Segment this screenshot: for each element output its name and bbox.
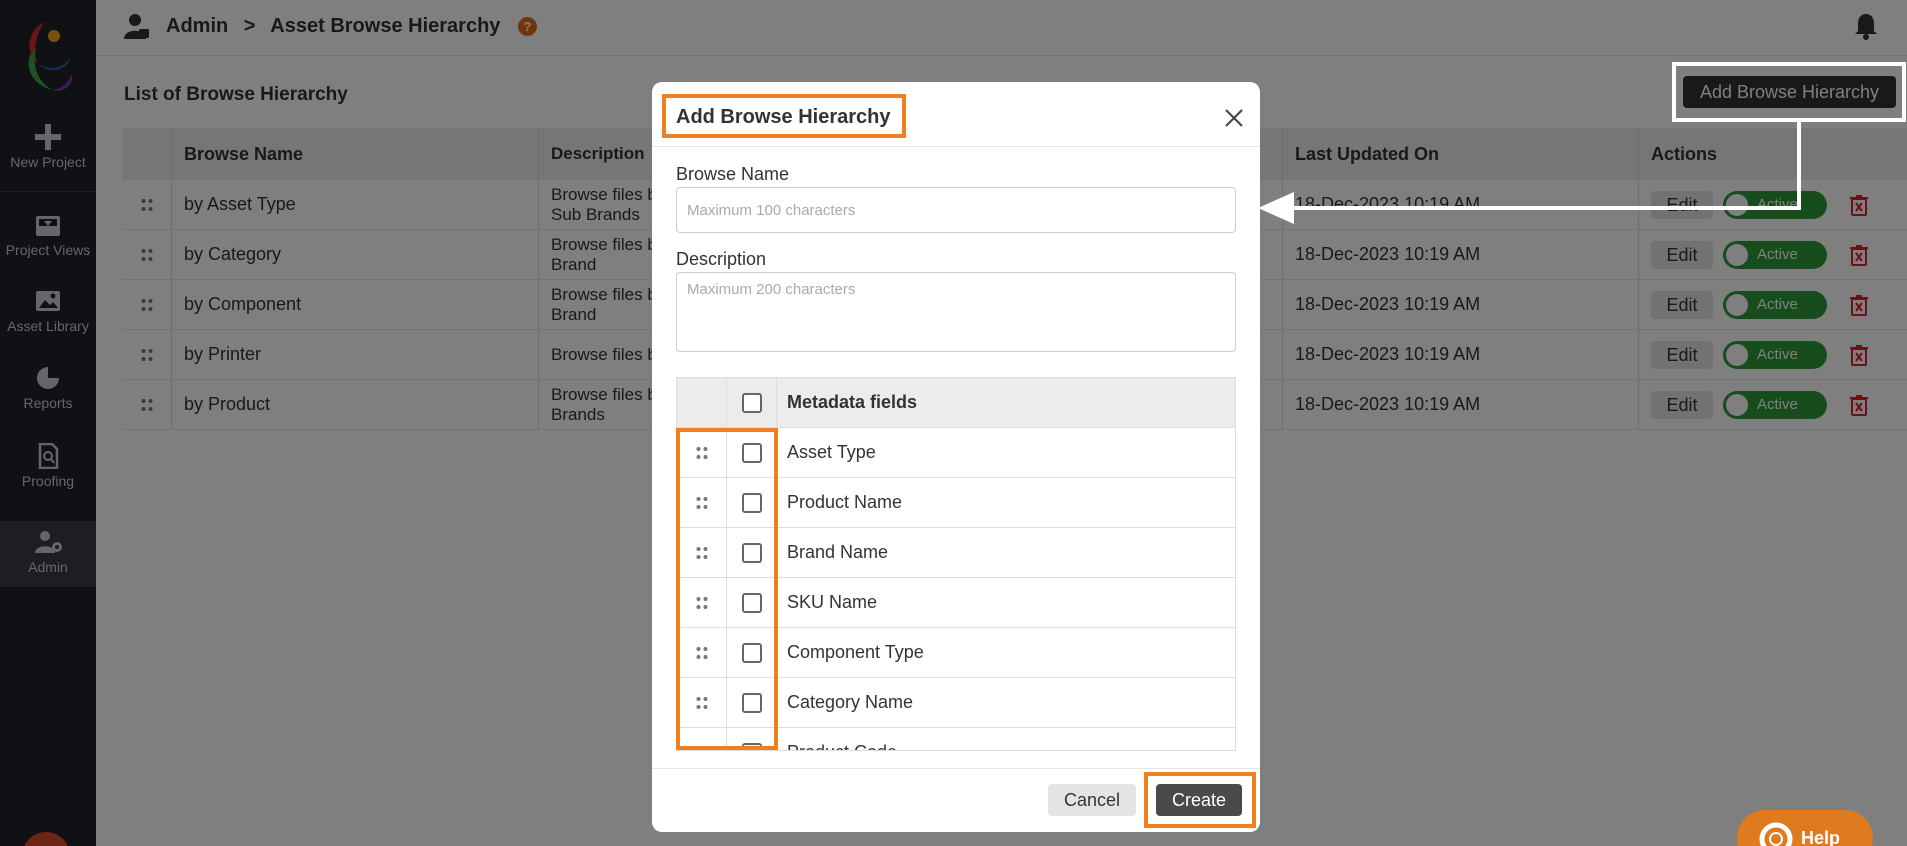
cancel-button[interactable]: Cancel — [1048, 784, 1136, 816]
description-label: Description — [676, 249, 767, 269]
close-icon[interactable] — [1222, 106, 1246, 130]
dialog-title: Add Browse Hierarchy — [676, 106, 891, 128]
help-button[interactable]: Help — [1737, 810, 1873, 846]
dialog-divider — [652, 768, 1260, 769]
browse-name-input[interactable]: Maximum 100 characters — [676, 187, 1236, 233]
metadata-field-label: Product Code — [787, 728, 897, 750]
annotation-highlight-box — [1672, 62, 1906, 122]
dialog-divider — [652, 146, 1260, 147]
metadata-field-label: Component Type — [787, 642, 924, 662]
metadata-field-label: Brand Name — [787, 542, 889, 562]
checkbox-icon — [741, 392, 762, 413]
help-button-label: Help — [1801, 828, 1841, 846]
browse-name-label: Browse Name — [676, 164, 790, 184]
drag-column-header — [677, 378, 727, 427]
lifebuoy-icon — [1759, 822, 1793, 846]
metadata-field-label: Category Name — [787, 692, 914, 712]
metadata-field-label: SKU Name — [787, 592, 878, 612]
create-button[interactable]: Create — [1156, 784, 1242, 816]
metadata-fields-header: Metadata fields — [787, 392, 918, 412]
metadata-field-label: Asset Type — [787, 442, 876, 462]
add-browse-hierarchy-dialog: Add Browse Hierarchy Browse Name Maximum… — [652, 82, 1260, 832]
metadata-table-header: Metadata fields — [677, 378, 1235, 428]
description-textarea[interactable]: Maximum 200 characters — [676, 272, 1236, 352]
select-all-checkbox[interactable] — [727, 378, 777, 427]
annotation-arrow-line — [1290, 206, 1801, 210]
metadata-field-label: Product Name — [787, 492, 903, 512]
annotation-highlight-box — [676, 428, 778, 750]
annotation-arrow-head-icon — [1258, 192, 1294, 224]
annotation-arrow-line — [1797, 122, 1801, 210]
